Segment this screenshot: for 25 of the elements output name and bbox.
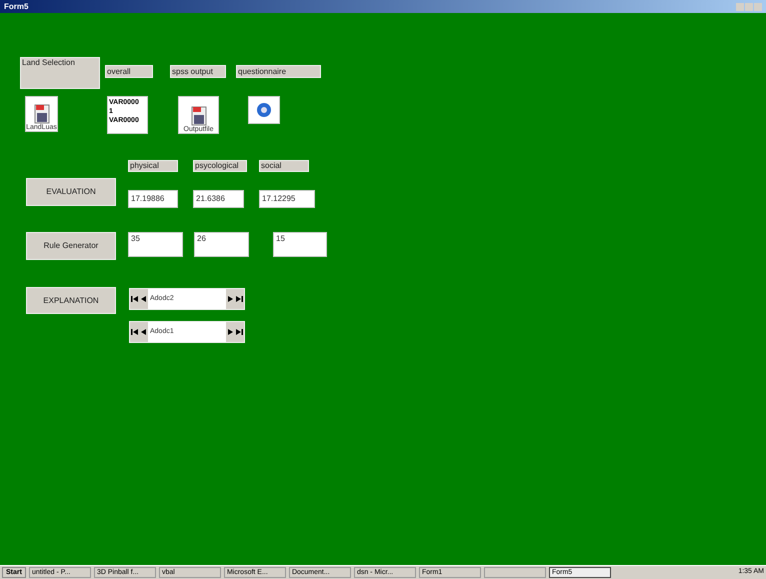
document-icon <box>190 106 206 126</box>
document-icon <box>34 104 50 124</box>
rule-count-field[interactable]: 35 <box>128 232 183 257</box>
score-label: psycological <box>193 160 247 172</box>
last-record-icon[interactable] <box>235 295 244 303</box>
score-label: physical <box>128 160 178 172</box>
evaluation-button[interactable]: EVALUATION <box>26 178 116 206</box>
score-field[interactable]: 21.6386 <box>193 190 244 208</box>
score-label: social <box>259 160 309 172</box>
header-label: overall <box>105 65 153 78</box>
score-field[interactable]: 17.12295 <box>259 190 315 208</box>
explanation-button[interactable]: EXPLANATION <box>26 287 116 314</box>
rule-count-field[interactable]: 15 <box>273 232 327 257</box>
globe-tile[interactable] <box>248 96 280 124</box>
last-record-icon[interactable] <box>235 328 244 336</box>
first-record-icon[interactable] <box>130 328 139 336</box>
score-field[interactable]: 17.19886 <box>128 190 178 208</box>
header-label: questionnaire <box>236 65 321 78</box>
header-label: spss output <box>170 65 226 78</box>
rule-generator-button[interactable]: Rule Generator <box>26 232 116 260</box>
first-record-icon[interactable] <box>130 295 139 303</box>
window-title: Form5 <box>4 2 28 10</box>
land-selection-label: Land Selection <box>20 57 100 89</box>
rule-count-field[interactable]: 26 <box>194 232 249 257</box>
globe-icon <box>256 102 272 118</box>
